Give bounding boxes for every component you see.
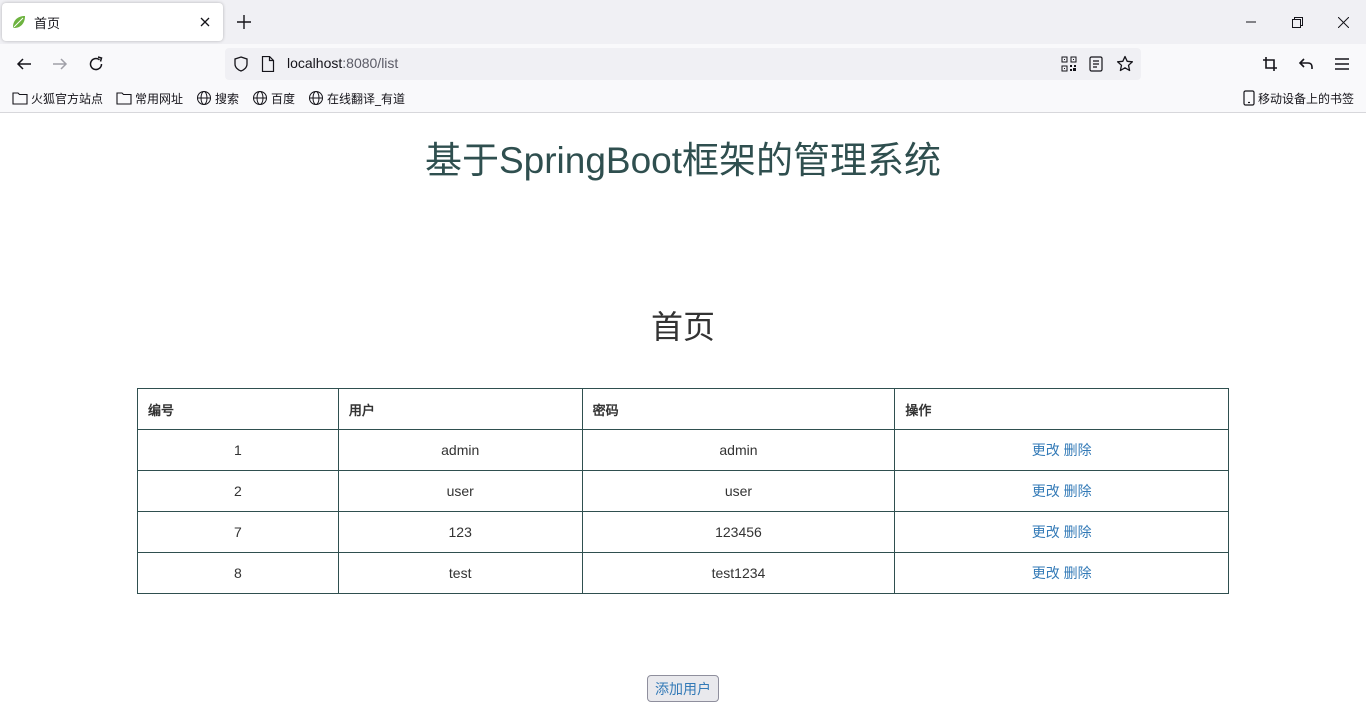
cell-actions: 更改 删除 [894,429,1229,471]
column-header-actions: 操作 [894,388,1229,430]
minimize-icon[interactable] [1228,0,1274,44]
globe-icon [309,91,323,105]
cell-user: admin [337,429,583,471]
globe-icon [197,91,211,105]
bookmark-link[interactable]: 在线翻译_有道 [308,90,405,106]
close-tab-icon[interactable] [197,14,213,30]
edit-link[interactable]: 更改 [1032,524,1060,540]
bookmark-label: 常用网址 [135,91,184,106]
cell-password: 123456 [581,511,896,553]
delete-link[interactable]: 删除 [1064,442,1092,458]
folder-icon [12,92,28,105]
qr-code-icon[interactable] [1061,56,1077,76]
navigation-toolbar: localhost:8080/list [0,44,1366,84]
cell-password: user [581,470,896,512]
edit-link[interactable]: 更改 [1032,565,1060,581]
bookmark-label: 百度 [271,91,296,106]
forward-arrow-icon[interactable] [48,52,72,76]
cell-user: 123 [337,511,583,553]
table-row: 7 123 123456 更改 删除 [137,511,1229,553]
bookmark-label: 火狐官方站点 [31,91,104,106]
reload-icon[interactable] [84,52,108,76]
edit-link[interactable]: 更改 [1032,483,1060,499]
column-header-user: 用户 [337,388,583,430]
cell-actions: 更改 删除 [894,511,1229,553]
mobile-device-icon [1243,90,1255,106]
tab-active[interactable]: 首页 [2,3,223,41]
bookmark-link[interactable]: 百度 [252,90,295,106]
cell-password: test1234 [581,552,896,594]
url-host: localhost [287,55,343,71]
tab-title: 首页 [34,16,61,32]
reader-view-icon[interactable] [1089,56,1103,76]
bookmark-label: 搜索 [215,91,240,106]
edit-link[interactable]: 更改 [1032,442,1060,458]
bookmark-label: 在线翻译_有道 [327,91,406,106]
cell-password: admin [581,429,896,471]
table-header-row: 编号 用户 密码 操作 [137,388,1229,430]
mobile-bookmarks-label: 移动设备上的书签 [1258,91,1355,106]
url-path: :8080/list [342,55,399,71]
shield-icon[interactable] [233,56,249,76]
address-bar[interactable]: localhost:8080/list [225,48,1141,80]
table-row: 1 admin admin 更改 删除 [137,429,1229,471]
bookmarks-toolbar: 火狐官方站点 常用网址 搜索 百度 在线翻译_有道 移动设备上的书签 [0,84,1366,113]
cell-id: 1 [137,429,339,471]
cell-id: 7 [137,511,339,553]
screenshot-crop-icon[interactable] [1258,52,1282,76]
undo-icon[interactable] [1294,52,1318,76]
back-arrow-icon[interactable] [12,52,36,76]
bookmark-link[interactable]: 搜索 [196,90,239,106]
cell-id: 2 [137,470,339,512]
table-row: 8 test test1234 更改 删除 [137,552,1229,594]
cell-actions: 更改 删除 [894,470,1229,512]
cell-id: 8 [137,552,339,594]
column-header-id: 编号 [137,388,339,430]
tab-strip: 首页 [0,0,1366,44]
globe-icon [253,91,267,105]
bookmark-folder[interactable]: 常用网址 [116,90,183,106]
system-header: 基于SpringBoot框架的管理系统 [424,140,942,181]
cell-actions: 更改 删除 [894,552,1229,594]
folder-icon [116,92,132,105]
delete-link[interactable]: 删除 [1064,524,1092,540]
table-row: 2 user user 更改 删除 [137,470,1229,512]
star-bookmark-icon[interactable] [1116,55,1134,77]
close-window-icon[interactable] [1320,0,1366,44]
spring-leaf-icon [11,14,27,30]
cell-user: test [337,552,583,594]
bookmark-folder[interactable]: 火狐官方站点 [12,90,103,106]
url-text: localhost:8080/list [287,55,398,71]
page-title: 首页 [650,309,715,345]
new-tab-button[interactable] [232,10,256,34]
user-table: 编号 用户 密码 操作 1 admin admin 更改 删除 2 user u… [137,388,1229,594]
delete-link[interactable]: 删除 [1064,565,1092,581]
add-user-button[interactable]: 添加用户 [647,675,719,702]
delete-link[interactable]: 删除 [1064,483,1092,499]
page-icon [261,55,275,76]
restore-icon[interactable] [1274,0,1320,44]
menu-hamburger-icon[interactable] [1330,52,1354,76]
cell-user: user [337,470,583,512]
mobile-bookmarks[interactable]: 移动设备上的书签 [1243,90,1354,106]
column-header-password: 密码 [581,388,896,430]
